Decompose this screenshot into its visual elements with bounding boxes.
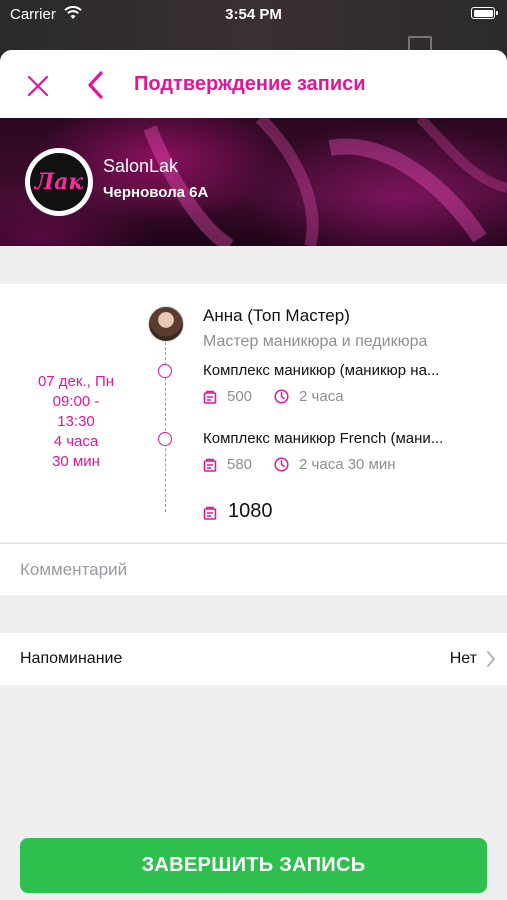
booking-date-time: 07 дек., Пн 09:00 - 13:30 4 часа 30 мин [12,372,140,472]
salon-name: SalonLak [103,156,179,176]
clock-icon [274,457,289,472]
chevron-right-icon [487,651,495,667]
booking-details: 07 дек., Пн 09:00 - 13:30 4 часа 30 мин … [0,284,507,574]
master-role: Мастер маникюра и педикюра [203,333,428,350]
timeline-line [165,332,166,512]
service-price: 500 [227,388,253,405]
booking-duration-hours: 4 часа [53,433,99,450]
reminder-row[interactable]: Напоминание Нет [0,633,507,685]
avatar [148,306,184,342]
service-duration: 2 часа 30 мин [299,456,396,473]
booking-confirmation-sheet: Подтверждение записи Лак SalonLak Чернов… [0,50,507,900]
booking-duration-minutes: 30 мин [52,453,100,470]
comment-section [0,543,507,595]
nav-bar: Подтверждение записи [0,50,507,118]
service-meta: 580 2 часа 30 мин [203,456,396,473]
chevron-left-icon[interactable] [82,68,112,102]
master-name: Анна (Топ Мастер) [203,306,350,325]
booking-end-time: 13:30 [57,413,95,430]
booking-date: 07 дек., Пн [37,373,115,390]
service-price: 580 [227,456,253,473]
price-tag-icon [203,458,217,472]
salon-address: Черновола 6А [103,184,209,201]
timeline-dot [158,432,172,446]
salon-logo: Лак [25,148,93,216]
status-bar: Carrier 3:54 PM [0,0,507,30]
total-price: 1080 [228,500,273,522]
price-tag-icon [203,390,217,404]
reminder-value: Нет [449,650,477,667]
comment-input[interactable] [20,554,490,586]
battery-icon [471,7,498,19]
service-name: Комплекс маникюр (маникюр на... [203,362,440,379]
service-duration: 2 часа [299,388,344,405]
booking-start-time: 09:00 - [52,393,100,410]
service-meta: 500 2 часа [203,388,344,405]
reminder-label: Напоминание [20,650,123,667]
status-time: 3:54 PM [225,6,282,23]
service-name: Комплекс маникюр French (мани... [203,430,444,447]
timeline-dot [158,364,172,378]
clock-icon [274,389,289,404]
total-price-icon [203,506,217,520]
page-title: Подтверждение записи [134,73,366,95]
salon-banner: Лак SalonLak Черновола 6А [0,118,507,246]
complete-booking-button[interactable]: ЗАВЕРШИТЬ ЗАПИСЬ [20,838,487,893]
close-icon[interactable] [22,70,54,102]
salon-logo-mark: Лак [30,153,88,211]
